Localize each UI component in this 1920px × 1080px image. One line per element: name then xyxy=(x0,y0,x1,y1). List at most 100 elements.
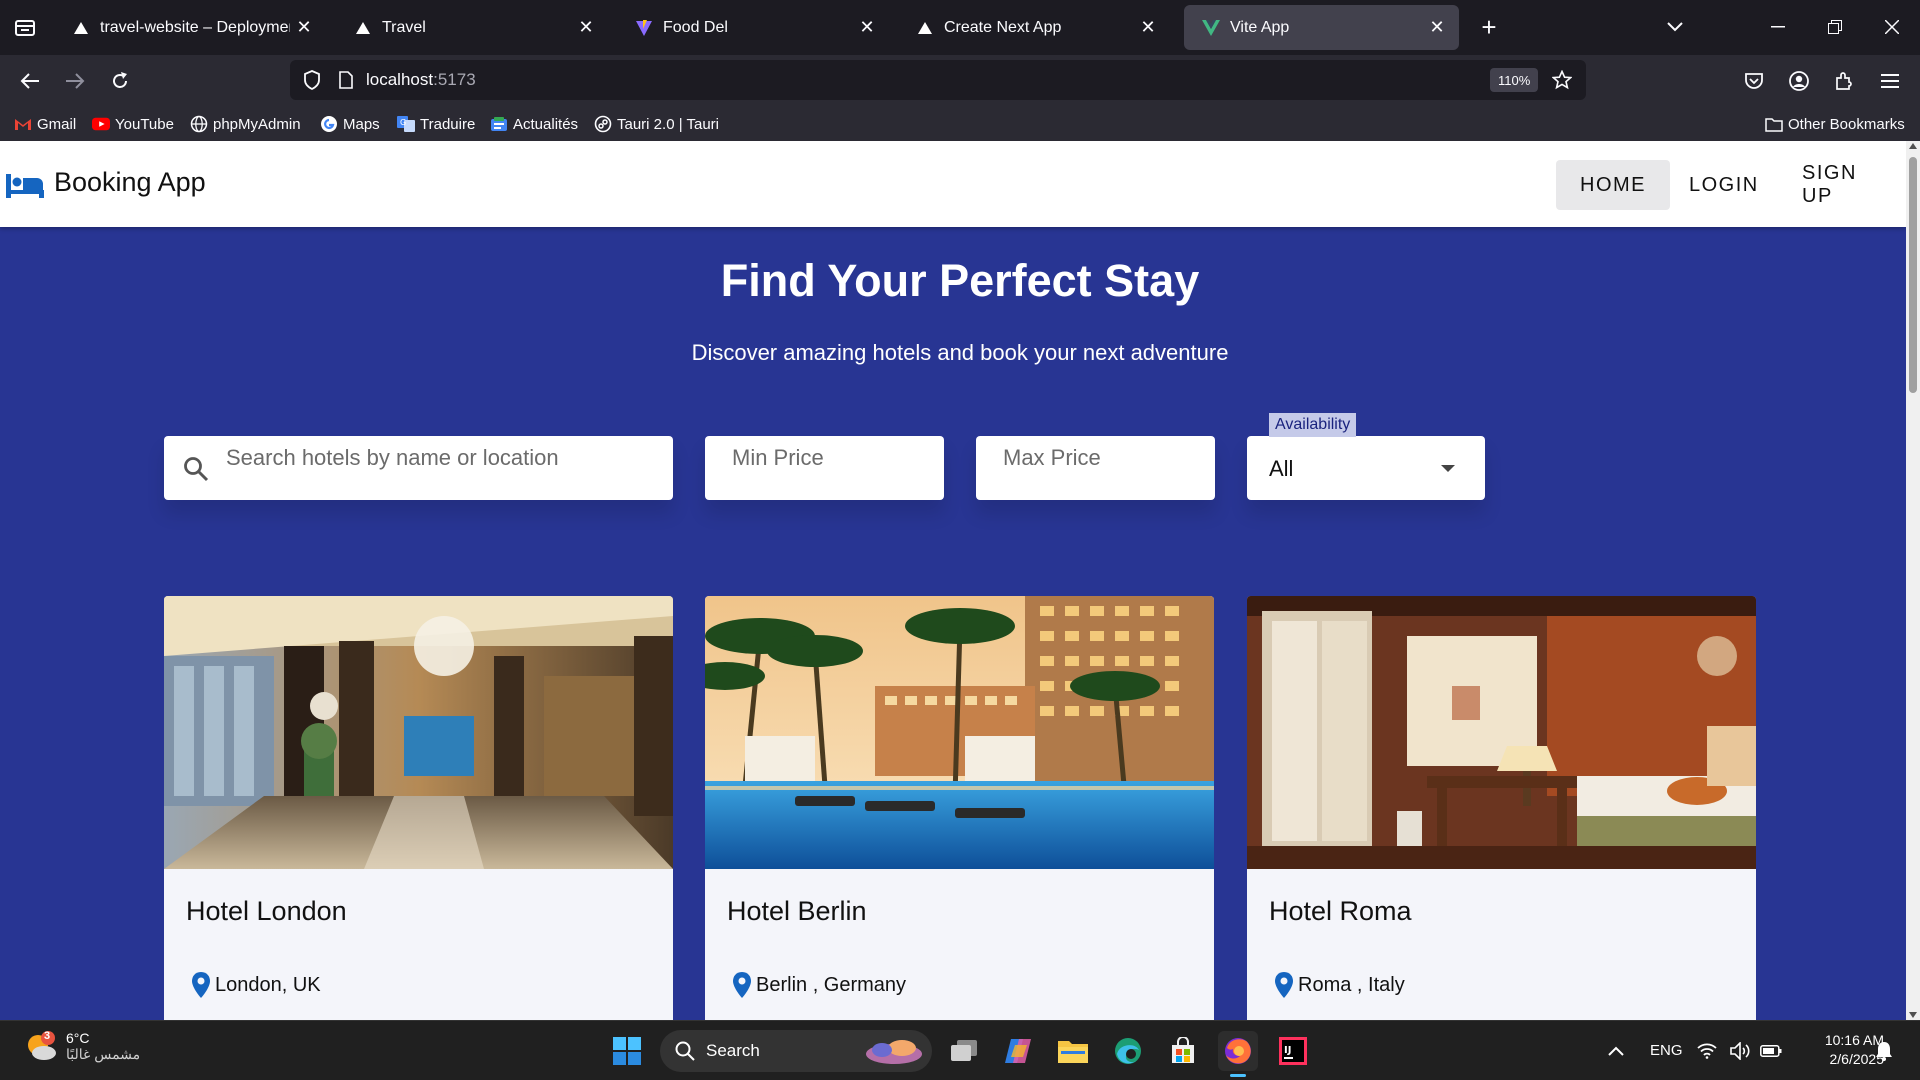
weather-temperature: 6°C xyxy=(66,1029,90,1046)
shield-icon[interactable] xyxy=(298,66,326,94)
pocket-icon[interactable] xyxy=(1736,63,1772,99)
chevron-down-icon[interactable] xyxy=(1660,12,1690,42)
max-price-input[interactable]: Max Price xyxy=(976,436,1215,500)
nav-signup-button[interactable]: SIGN UP xyxy=(1778,160,1906,210)
availability-label: Availability xyxy=(1269,413,1357,437)
tab-create-next-app[interactable]: Create Next App ✕ xyxy=(898,5,1170,50)
folder-icon xyxy=(1765,115,1783,133)
tab-travel-website[interactable]: travel-website – Deployment Sc ✕ xyxy=(54,5,326,50)
hero-title: Find Your Perfect Stay xyxy=(720,255,1200,306)
task-view-icon[interactable] xyxy=(944,1031,984,1071)
input-language-indicator[interactable]: ENG xyxy=(1650,1042,1683,1059)
bookmark-label: Gmail xyxy=(37,115,77,133)
microsoft-store-icon[interactable] xyxy=(1163,1031,1203,1071)
youtube-icon xyxy=(92,115,110,133)
tab-vite-app[interactable]: Vite App ✕ xyxy=(1184,5,1459,50)
nav-login-button[interactable]: LOGIN xyxy=(1665,160,1783,210)
location-pin-icon xyxy=(1275,972,1293,998)
bookmark-label: phpMyAdmin xyxy=(213,115,301,133)
hotel-card[interactable]: Hotel London London, UK xyxy=(164,596,673,1020)
new-tab-icon[interactable]: + xyxy=(1474,12,1504,42)
other-bookmarks[interactable]: Other Bookmarks xyxy=(1765,114,1905,134)
taskbar-search-box[interactable]: Search xyxy=(660,1030,932,1072)
volume-icon[interactable] xyxy=(1726,1031,1756,1071)
hotel-card[interactable]: Hotel Roma Roma , Italy xyxy=(1247,596,1756,1020)
hotel-card[interactable]: Hotel Berlin Berlin , Germany xyxy=(705,596,1214,1020)
edge-browser-icon[interactable] xyxy=(1108,1031,1148,1071)
min-price-input[interactable]: Min Price xyxy=(705,436,944,500)
zoom-level-badge[interactable]: 110% xyxy=(1490,68,1539,92)
search-input[interactable]: Search hotels by name or location xyxy=(164,436,673,500)
hotel-berlin-image xyxy=(705,596,1214,869)
bookmark-label: Actualités xyxy=(513,115,579,133)
close-window-icon[interactable] xyxy=(1872,8,1912,46)
bookmark-maps[interactable]: Maps xyxy=(320,114,380,134)
close-tab-icon[interactable]: ✕ xyxy=(1423,14,1451,42)
bookmark-gmail[interactable]: Gmail xyxy=(14,114,76,134)
tab-food-del[interactable]: Food Del ✕ xyxy=(617,5,889,50)
url-text[interactable]: localhost:5173 xyxy=(366,70,476,90)
hotel-name: Hotel Roma xyxy=(1269,896,1412,926)
vue-logo-icon xyxy=(1202,19,1220,37)
brand[interactable]: Booking App xyxy=(6,167,206,198)
address-bar[interactable]: localhost:5173 110% xyxy=(290,60,1586,100)
location-pin-icon xyxy=(733,972,751,998)
url-host: localhost xyxy=(366,70,434,89)
tab-title: Vite App xyxy=(1230,18,1290,36)
hotel-london-image xyxy=(164,596,673,869)
notification-bell-icon[interactable] xyxy=(1868,1031,1900,1071)
copilot-icon[interactable] xyxy=(998,1031,1038,1071)
restore-window-icon[interactable] xyxy=(1815,8,1855,46)
reload-icon[interactable] xyxy=(102,63,138,99)
google-icon xyxy=(320,115,338,133)
nav-home-button[interactable]: HOME xyxy=(1556,160,1670,210)
bookmark-traduire[interactable]: G Traduire xyxy=(397,114,475,134)
search-highlight-image xyxy=(866,1040,922,1064)
file-explorer-icon[interactable] xyxy=(1053,1031,1093,1071)
location-pin-icon xyxy=(192,972,210,998)
menu-hamburger-icon[interactable] xyxy=(1872,63,1908,99)
availability-select[interactable]: All xyxy=(1247,436,1485,500)
bookmark-star-icon[interactable] xyxy=(1548,66,1576,94)
account-icon[interactable] xyxy=(1781,63,1817,99)
bookmark-phpmyadmin[interactable]: phpMyAdmin xyxy=(190,114,301,134)
scrollbar-thumb[interactable] xyxy=(1909,157,1917,393)
tauri-icon xyxy=(594,115,612,133)
weather-condition: مشمس غالبًا xyxy=(66,1045,141,1062)
bookmark-label: Tauri 2.0 | Tauri xyxy=(617,115,720,133)
forward-arrow-icon[interactable] xyxy=(57,63,93,99)
minimize-window-icon[interactable] xyxy=(1758,8,1798,46)
bookmark-tauri[interactable]: Tauri 2.0 | Tauri xyxy=(594,114,719,134)
hotel-name: Hotel Berlin xyxy=(727,896,867,926)
search-icon xyxy=(184,457,209,482)
max-price-placeholder: Max Price xyxy=(1003,445,1101,470)
bookmark-actualites[interactable]: Actualités xyxy=(490,114,578,134)
hotel-roma-image xyxy=(1247,596,1756,869)
weather-widget[interactable]: 3 6°C مشمس غالبًا xyxy=(24,1029,140,1063)
close-tab-icon[interactable]: ✕ xyxy=(1134,14,1162,42)
close-tab-icon[interactable]: ✕ xyxy=(290,14,318,42)
gmail-icon xyxy=(14,115,32,133)
browser-navigation-bar: localhost:5173 110% xyxy=(0,55,1920,107)
close-tab-icon[interactable]: ✕ xyxy=(853,14,881,42)
back-arrow-icon[interactable] xyxy=(12,63,48,99)
windows-start-icon[interactable] xyxy=(607,1031,647,1071)
weather-badge: 3 xyxy=(44,1030,51,1042)
scroll-up-arrow-icon[interactable] xyxy=(1909,143,1917,149)
page-icon[interactable] xyxy=(332,66,360,94)
bookmark-label: Other Bookmarks xyxy=(1788,115,1905,133)
close-tab-icon[interactable]: ✕ xyxy=(572,14,600,42)
wifi-icon[interactable] xyxy=(1692,1031,1722,1071)
chevron-up-icon[interactable] xyxy=(1596,1031,1636,1071)
page-scrollbar[interactable] xyxy=(1906,141,1920,1020)
list-all-tabs-icon[interactable] xyxy=(10,13,40,43)
bookmark-youtube[interactable]: YouTube xyxy=(92,114,174,134)
firefox-icon[interactable] xyxy=(1218,1031,1258,1077)
extensions-icon[interactable] xyxy=(1826,63,1862,99)
battery-icon[interactable] xyxy=(1756,1031,1786,1071)
tab-travel[interactable]: Travel ✕ xyxy=(336,5,608,50)
intellij-idea-icon[interactable]: IJ xyxy=(1273,1031,1313,1071)
vercel-triangle-icon xyxy=(916,19,934,37)
tab-title: Food Del xyxy=(663,18,728,36)
scroll-down-arrow-icon[interactable] xyxy=(1909,1012,1917,1018)
